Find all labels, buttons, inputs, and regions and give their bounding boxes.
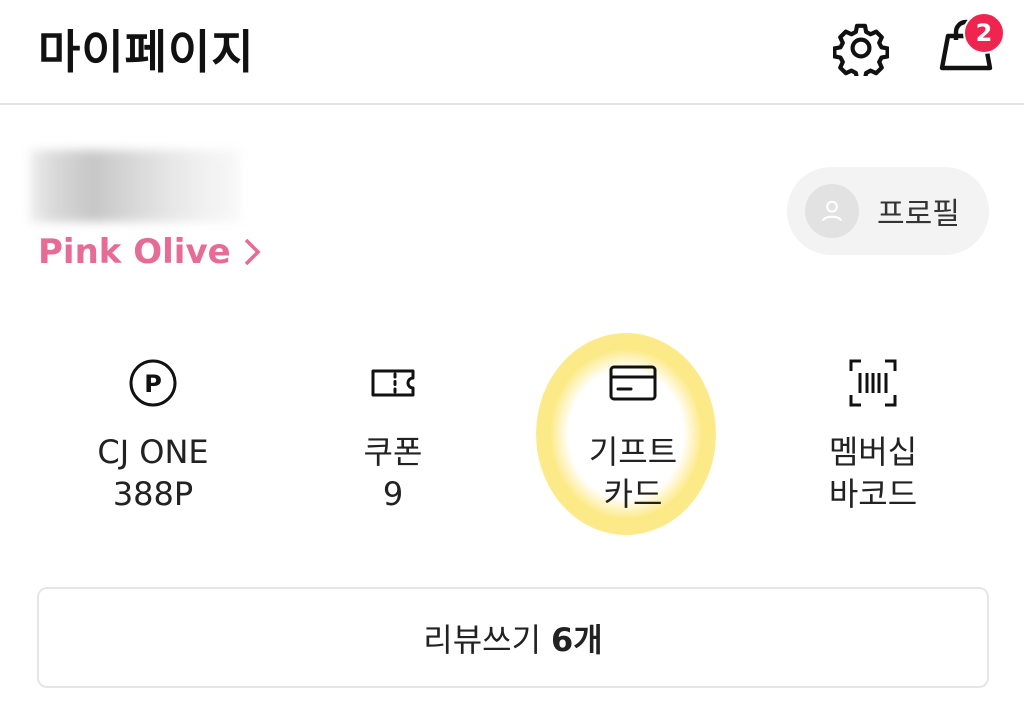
menu-item-label: 쿠폰 9 — [363, 433, 423, 513]
profile-button[interactable]: 프로필 — [787, 167, 989, 255]
gift-card-icon — [609, 365, 657, 401]
review-count: 6개 — [551, 620, 603, 659]
avatar — [805, 184, 859, 238]
menu-item-label: 멤버십 바코드 — [828, 433, 918, 513]
membership-grade-link[interactable]: Pink Olive — [38, 232, 261, 272]
chevron-right-icon — [244, 238, 261, 266]
point-icon: P — [129, 359, 177, 407]
user-name-blurred — [30, 150, 240, 222]
review-label: 리뷰쓰기 — [423, 620, 542, 659]
barcode-icon — [849, 359, 897, 407]
menu-item-label: 기프트 카드 — [588, 433, 678, 513]
menu-item-gift-card[interactable]: 기프트 카드 — [533, 355, 733, 515]
membership-grade-label: Pink Olive — [38, 232, 231, 272]
profile-label: 프로필 — [877, 197, 960, 232]
header: 마이페이지 2 — [0, 0, 1024, 105]
user-icon — [821, 200, 843, 222]
menu-item-label: CJ ONE 388P — [97, 433, 209, 513]
menu-item-membership-barcode[interactable]: 멤버십 바코드 — [773, 355, 973, 515]
settings-button[interactable] — [832, 20, 890, 82]
coupon-icon — [371, 369, 415, 397]
menu-item-cj-one[interactable]: P CJ ONE 388P — [53, 355, 253, 515]
page-title: 마이페이지 — [38, 25, 255, 79]
gear-icon — [832, 23, 890, 82]
svg-text:P: P — [144, 370, 162, 398]
menu-item-coupon[interactable]: 쿠폰 9 — [293, 355, 493, 515]
write-review-button[interactable]: 리뷰쓰기 6개 — [37, 587, 989, 688]
cart-count-badge: 2 — [963, 12, 1005, 54]
